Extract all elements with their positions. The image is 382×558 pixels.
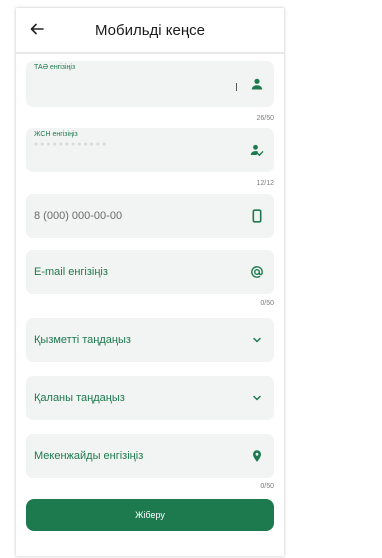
page-title: Мобильді кеңсе: [95, 22, 205, 39]
iin-field[interactable]: ЖСН енгізіңіз ● ● ● ● ● ● ● ● ● ● ● ●: [26, 128, 274, 172]
smartphone-icon: [252, 209, 262, 223]
address-counter: 0/50: [260, 483, 274, 490]
city-placeholder: Қаланы таңдаңыз: [34, 392, 125, 404]
full-name-field[interactable]: ТАӘ енгізіңіз: [26, 61, 274, 107]
iin-masked-value: ● ● ● ● ● ● ● ● ● ● ● ●: [34, 141, 107, 148]
email-placeholder: E-mail енгізіңіз: [34, 266, 108, 278]
at-icon: [251, 266, 263, 278]
text-cursor: [236, 83, 237, 91]
email-counter: 0/50: [260, 300, 274, 307]
mobile-screen: Мобильді кеңсе ТАӘ енгізіңіз 26/50 ЖСН е…: [16, 8, 284, 556]
chevron-down-icon: [253, 395, 261, 401]
iin-counter: 12/12: [256, 180, 274, 187]
address-placeholder: Мекенжайды енгізіңіз: [34, 450, 144, 462]
city-select[interactable]: Қаланы таңдаңыз: [26, 376, 274, 420]
iin-label: ЖСН енгізіңіз: [34, 131, 78, 138]
submit-button[interactable]: Жіберу: [26, 499, 274, 531]
service-select[interactable]: Қызметті таңдаңыз: [26, 318, 274, 362]
phone-field[interactable]: 8 (000) 000-00-00: [26, 194, 274, 238]
service-placeholder: Қызметті таңдаңыз: [34, 334, 131, 346]
phone-placeholder: 8 (000) 000-00-00: [34, 210, 123, 222]
address-field[interactable]: Мекенжайды енгізіңіз: [26, 434, 274, 478]
person-icon: [251, 78, 263, 90]
app-bar: Мобильді кеңсе: [16, 8, 284, 54]
full-name-counter: 26/50: [256, 115, 274, 122]
email-field[interactable]: E-mail енгізіңіз: [26, 250, 274, 294]
full-name-label: ТАӘ енгізіңіз: [34, 64, 76, 71]
person-check-icon: [250, 144, 264, 157]
chevron-down-icon: [253, 337, 261, 343]
location-pin-icon: [253, 450, 261, 462]
